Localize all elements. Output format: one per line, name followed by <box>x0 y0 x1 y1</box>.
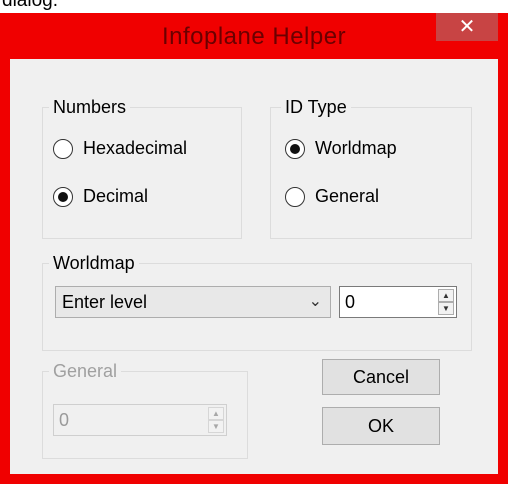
general-value-stepper: 0 ▲ ▼ <box>53 404 227 436</box>
close-icon: ✕ <box>458 16 476 38</box>
arrow-up-icon[interactable]: ▲ <box>438 289 454 302</box>
general-group: General 0 ▲ ▼ <box>42 361 248 459</box>
level-select[interactable]: Enter level ⌄ <box>55 286 331 318</box>
radio-hexadecimal-circle[interactable] <box>53 138 73 159</box>
radio-decimal-label: Decimal <box>83 186 149 206</box>
general-value: 0 <box>59 410 70 430</box>
background-text: dialog. <box>2 0 58 11</box>
radio-decimal[interactable]: Decimal <box>53 186 148 207</box>
dialog-client-area: Numbers Hexadecimal Decimal ID Type Worl… <box>10 59 498 474</box>
radio-worldmap[interactable]: Worldmap <box>285 138 397 159</box>
worldmap-group-label: Worldmap <box>49 253 139 273</box>
id-type-group: ID Type Worldmap General <box>270 97 472 239</box>
general-spin-buttons: ▲ ▼ <box>208 407 224 433</box>
background-text-fragment: dialog. <box>0 0 80 13</box>
radio-worldmap-label: Worldmap <box>315 138 397 158</box>
window-title: Infoplane Helper <box>161 23 347 50</box>
id-type-group-label: ID Type <box>281 97 351 117</box>
radio-general[interactable]: General <box>285 186 379 207</box>
close-button[interactable]: ✕ <box>436 13 498 41</box>
level-number-value: 0 <box>345 292 356 312</box>
arrow-down-icon: ▼ <box>208 420 224 433</box>
general-group-label: General <box>49 361 122 381</box>
cancel-button[interactable]: Cancel <box>322 359 440 395</box>
radio-decimal-circle[interactable] <box>53 186 73 207</box>
numbers-group: Numbers Hexadecimal Decimal <box>42 97 242 239</box>
radio-selected-dot <box>58 191 68 202</box>
title-bar[interactable]: Infoplane Helper ✕ <box>0 13 508 57</box>
radio-hexadecimal-label: Hexadecimal <box>83 138 188 158</box>
radio-general-label: General <box>315 186 380 206</box>
arrow-up-icon: ▲ <box>208 407 224 420</box>
radio-selected-dot <box>290 143 300 154</box>
numbers-group-label: Numbers <box>49 97 131 117</box>
level-number-stepper[interactable]: 0 ▲ ▼ <box>339 286 457 318</box>
radio-hexadecimal[interactable]: Hexadecimal <box>53 138 187 159</box>
arrow-down-icon[interactable]: ▼ <box>438 302 454 315</box>
dialog-window: Infoplane Helper ✕ Numbers Hexadecimal D… <box>0 13 508 484</box>
worldmap-group: Worldmap Enter level ⌄ 0 ▲ ▼ <box>42 253 472 351</box>
ok-button[interactable]: OK <box>322 407 440 445</box>
level-select-value: Enter level <box>62 292 148 312</box>
radio-worldmap-circle[interactable] <box>285 138 305 159</box>
chevron-down-icon[interactable]: ⌄ <box>309 291 322 311</box>
radio-general-circle[interactable] <box>285 186 305 207</box>
level-number-spin-buttons: ▲ ▼ <box>438 289 454 315</box>
